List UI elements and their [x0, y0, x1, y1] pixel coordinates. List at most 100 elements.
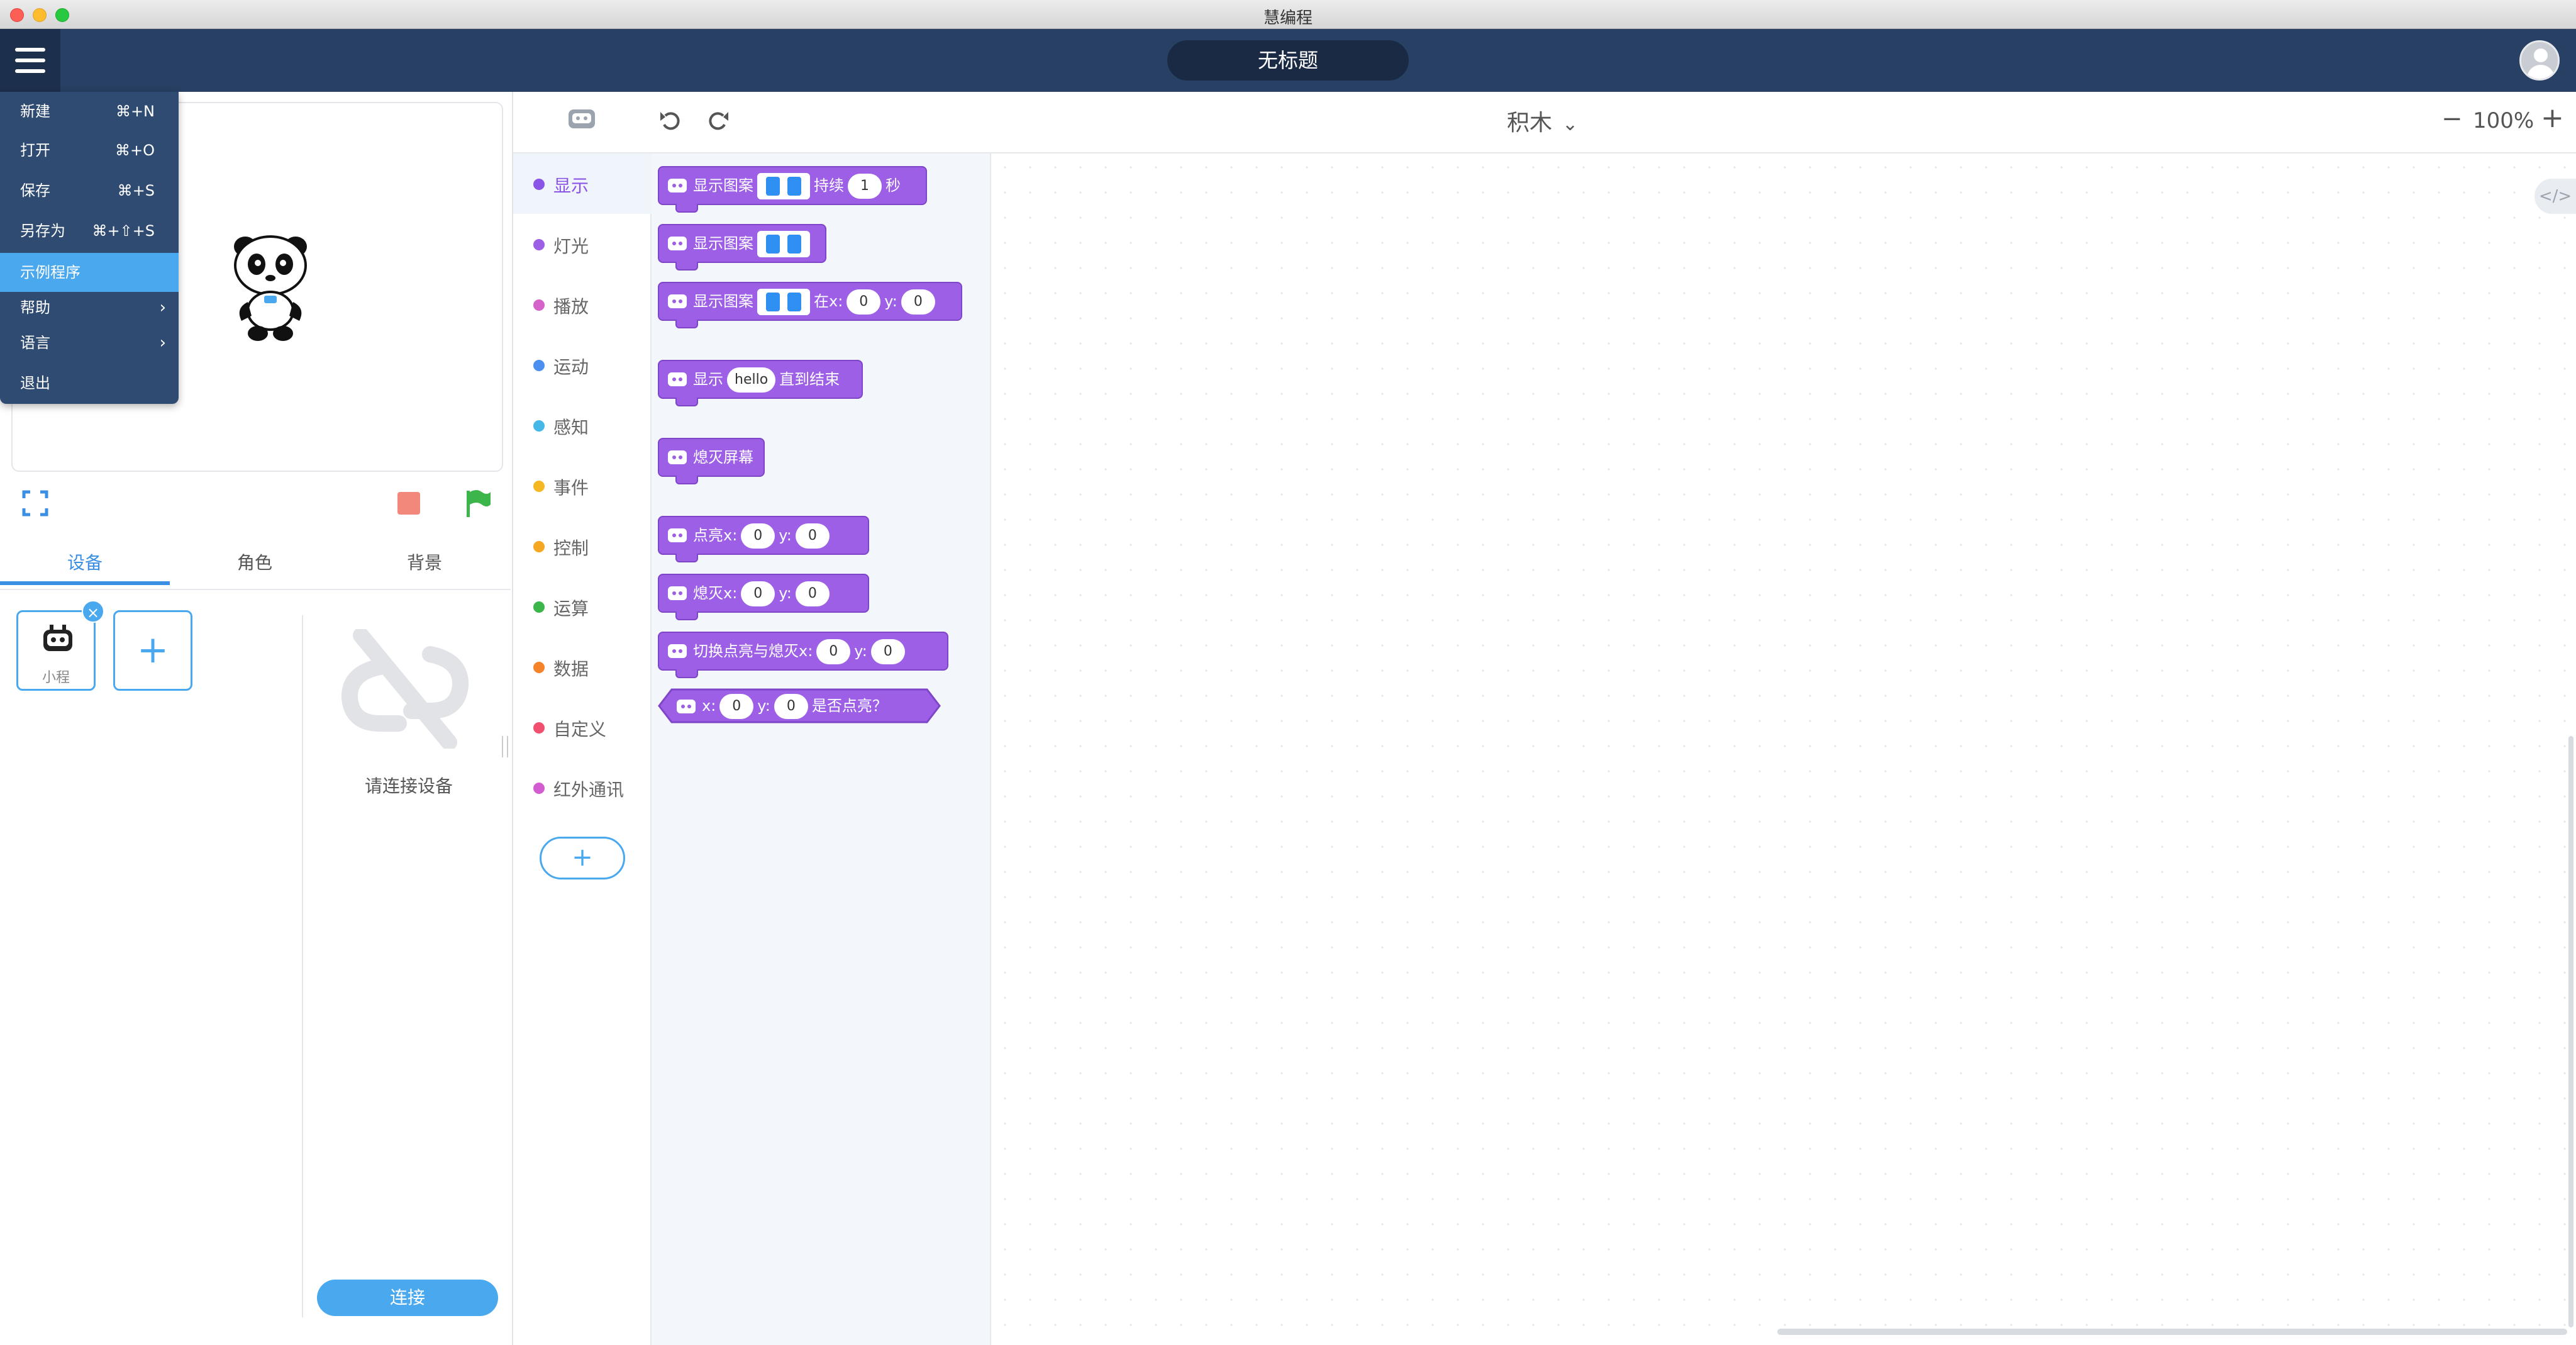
disconnected-link-icon: [341, 629, 469, 749]
menu-button[interactable]: [0, 29, 60, 92]
category-dot: [533, 601, 545, 613]
connect-hint: 请连接设备: [364, 776, 453, 796]
file-menu: 新建 ⌘+N 打开 ⌘+O 保存 ⌘+S 另存为 ⌘+⇧+S 示例程序 帮助 ›…: [0, 92, 179, 404]
robot-icon: [43, 625, 72, 651]
zoom-in-button[interactable]: +: [2541, 102, 2564, 134]
category-dot: [533, 722, 545, 734]
zoom-level: 100%: [2473, 108, 2534, 133]
category-dot: [533, 783, 545, 794]
category-dot: [533, 179, 545, 190]
block-categories: 显示 灯光 播放 运动 感知 事件 控制 运算 数据 自定义 红外通讯: [513, 153, 652, 1345]
block-show-pattern[interactable]: 显示图案: [658, 224, 826, 271]
tab-sprites[interactable]: 角色: [170, 536, 340, 590]
device-card[interactable]: 小程: [16, 610, 96, 691]
window-title: 慧编程: [1263, 9, 1313, 28]
pattern-matrix-input[interactable]: [757, 173, 810, 199]
category-dot: [533, 239, 545, 250]
category-sensing[interactable]: 感知: [513, 395, 652, 455]
category-dot: [533, 299, 545, 311]
menu-item-examples[interactable]: 示例程序: [0, 253, 179, 292]
menu-item-open[interactable]: 打开 ⌘+O: [0, 131, 179, 170]
menu-item-save-as[interactable]: 另存为 ⌘+⇧+S: [0, 211, 179, 250]
zoom-out-button[interactable]: −: [2441, 104, 2463, 133]
category-control[interactable]: 控制: [513, 516, 652, 576]
y-input[interactable]: 0: [795, 523, 830, 549]
hamburger-icon: [15, 59, 45, 62]
vertical-scrollbar[interactable]: [2568, 736, 2573, 1327]
hamburger-icon: [15, 69, 45, 73]
category-infrared[interactable]: 红外通讯: [513, 757, 652, 818]
robot-icon: [668, 294, 687, 308]
resize-handle[interactable]: [502, 736, 508, 757]
code-view-toggle-icon[interactable]: </>: [2534, 179, 2576, 214]
x-input[interactable]: 0: [847, 289, 881, 315]
seconds-input[interactable]: 1: [848, 174, 882, 199]
menu-item-language[interactable]: 语言 ›: [0, 323, 179, 362]
x-input[interactable]: 0: [719, 694, 754, 719]
block-light-on-xy[interactable]: 点亮x: 0 y: 0: [658, 516, 869, 562]
y-input[interactable]: 0: [870, 639, 905, 664]
y-input[interactable]: 0: [901, 289, 935, 315]
robot-icon: [668, 179, 687, 193]
block-show-text-until-done[interactable]: 显示 hello 直到结束: [658, 360, 863, 406]
text-input[interactable]: hello: [727, 367, 776, 393]
category-lights[interactable]: 灯光: [513, 214, 652, 274]
x-input[interactable]: 0: [816, 639, 851, 664]
menu-item-new[interactable]: 新建 ⌘+N: [0, 92, 179, 131]
chevron-down-icon: ⌄: [1562, 113, 1579, 135]
y-input[interactable]: 0: [795, 581, 830, 606]
menu-item-quit[interactable]: 退出: [0, 364, 179, 403]
robot-icon: [668, 528, 687, 542]
y-input[interactable]: 0: [774, 694, 808, 719]
menu-item-save[interactable]: 保存 ⌘+S: [0, 171, 179, 210]
tab-backdrops[interactable]: 背景: [340, 536, 509, 590]
redo-icon[interactable]: [706, 108, 731, 133]
green-flag-icon[interactable]: [463, 488, 493, 518]
category-dot: [533, 662, 545, 673]
connect-button[interactable]: 连接: [317, 1280, 498, 1316]
robot-icon: [668, 237, 687, 250]
category-dot: [533, 360, 545, 371]
robot-icon: [668, 450, 687, 464]
block-is-lit-xy-content: x: 0 y: 0 是否点亮？: [675, 688, 887, 723]
x-input[interactable]: 0: [741, 523, 775, 549]
editor-mode-select[interactable]: 积木 ⌄: [1507, 104, 1578, 137]
block-light-off-xy[interactable]: 熄灭x: 0 y: 0: [658, 574, 869, 620]
remove-device-button[interactable]: ×: [82, 600, 104, 623]
robot-icon: [668, 586, 687, 600]
pattern-matrix-input[interactable]: [757, 289, 810, 315]
add-device-button[interactable]: +: [113, 610, 192, 691]
robot-icon: [677, 700, 696, 713]
window-titlebar: 慧编程: [0, 0, 2576, 29]
panel-divider: [302, 615, 303, 1317]
app-header: 无标题: [0, 29, 2576, 92]
category-sound[interactable]: 播放: [513, 274, 652, 335]
fullscreen-icon[interactable]: [21, 489, 49, 517]
x-input[interactable]: 0: [741, 581, 775, 606]
category-data[interactable]: 数据: [513, 637, 652, 697]
block-palette: [652, 153, 991, 1345]
category-motion[interactable]: 运动: [513, 335, 652, 395]
category-dot: [533, 541, 545, 552]
undo-icon[interactable]: [658, 108, 683, 133]
horizontal-scrollbar[interactable]: [1777, 1329, 2567, 1335]
category-display[interactable]: 显示: [513, 153, 652, 214]
category-dot: [533, 420, 545, 432]
block-show-pattern-for-seconds[interactable]: 显示图案 持续 1 秒: [658, 166, 927, 213]
add-extension-button[interactable]: +: [540, 837, 625, 879]
pattern-matrix-input[interactable]: [757, 231, 810, 257]
stop-button[interactable]: [397, 492, 420, 515]
block-clear-screen[interactable]: 熄灭屏幕: [658, 438, 765, 484]
script-workspace[interactable]: [992, 155, 2576, 1345]
category-operators[interactable]: 运算: [513, 576, 652, 637]
menu-item-help[interactable]: 帮助 ›: [0, 288, 179, 327]
device-thumbnail-icon[interactable]: [566, 106, 597, 131]
chevron-right-icon: ›: [159, 298, 166, 317]
panda-sprite[interactable]: [226, 233, 314, 346]
category-events[interactable]: 事件: [513, 455, 652, 516]
block-toggle-light-xy[interactable]: 切换点亮与熄灭x: 0 y: 0: [658, 632, 948, 678]
block-show-pattern-at-xy[interactable]: 显示图案 在x: 0 y: 0: [658, 282, 962, 328]
user-avatar[interactable]: [2519, 40, 2560, 81]
category-custom[interactable]: 自定义: [513, 697, 652, 757]
project-title[interactable]: 无标题: [1167, 40, 1409, 81]
